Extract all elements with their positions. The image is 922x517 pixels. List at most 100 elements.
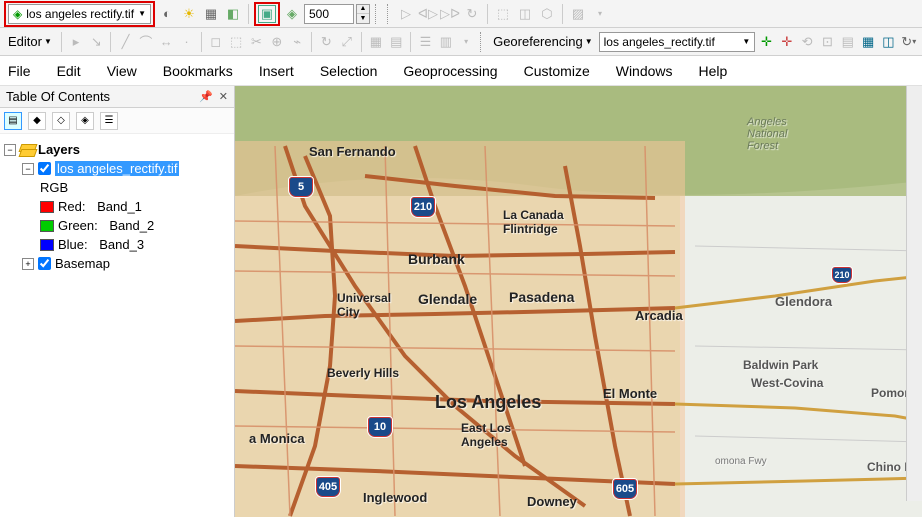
toolbar-editor-georef: Editor ▼ ▸ ↘ ╱ ⌒ ↔ · ◻ ⬚ ✂ ⊕ ⌁ ↻ ⤢ ▦ ▤ ☰… (0, 28, 922, 56)
expand-icon[interactable]: + (22, 258, 34, 270)
tree-basemap[interactable]: + Basemap (4, 254, 230, 273)
list-by-selection-icon[interactable]: ◈ (76, 112, 94, 130)
georef-label: Georeferencing (493, 34, 583, 49)
separator (248, 4, 249, 24)
highway-shield: 210 (410, 196, 436, 218)
contrast-icon[interactable]: ◐ (157, 4, 177, 24)
attr-icon[interactable]: ☰ (416, 32, 434, 52)
basemap-visibility-checkbox[interactable] (38, 257, 51, 270)
spin-down-icon[interactable]: ▼ (357, 14, 369, 23)
viewer-icon[interactable]: ◫ (879, 32, 897, 52)
zoom-link-icon[interactable]: ⊡ (818, 32, 836, 52)
tree-root-layers[interactable]: − Layers (4, 140, 230, 159)
effects-layer-dropdown[interactable]: ◈ los angeles rectify.tif ▼ (8, 4, 151, 24)
grid-b-icon[interactable]: ▤ (387, 32, 405, 52)
vertical-scrollbar[interactable] (906, 86, 922, 501)
select-link-icon[interactable]: ⟲ (798, 32, 816, 52)
menu-edit[interactable]: Edit (57, 63, 81, 79)
cut-icon[interactable]: ✂ (247, 32, 265, 52)
collapse-icon[interactable]: − (22, 163, 34, 175)
fit-to-display-button[interactable]: ▣ (258, 5, 276, 23)
map-label: El Monte (603, 386, 657, 401)
delete-link-icon[interactable]: ▤ (839, 32, 857, 52)
tool-d-icon[interactable]: ▨ (568, 4, 588, 24)
menu-bookmarks[interactable]: Bookmarks (163, 63, 233, 79)
collapse-icon[interactable]: − (4, 144, 16, 156)
toc-options-icon[interactable]: ☰ (100, 112, 118, 130)
shape-b-icon[interactable]: ⬚ (227, 32, 245, 52)
editor-menu[interactable]: Editor ▼ (4, 34, 56, 49)
menu-help[interactable]: Help (699, 63, 728, 79)
grid-a-icon[interactable]: ▦ (367, 32, 385, 52)
auto-register-icon[interactable]: ✛ (778, 32, 796, 52)
midpoint-icon[interactable]: ↔ (157, 32, 175, 52)
tree-raster-layer[interactable]: − los angeles_rectify.tif (4, 159, 230, 178)
separator (562, 4, 563, 24)
menu-selection[interactable]: Selection (320, 63, 378, 79)
menu2-icon[interactable]: ▾ (457, 32, 475, 52)
tool-a-icon[interactable]: ⬚ (493, 4, 513, 24)
edit-arrow2-icon[interactable]: ↘ (87, 32, 105, 52)
tool-b-icon[interactable]: ◫ (515, 4, 535, 24)
flag-icon[interactable]: ▷ (396, 4, 416, 24)
layer-icon[interactable]: ◧ (223, 4, 243, 24)
separator (361, 32, 362, 52)
list-by-visibility-icon[interactable]: ◇ (52, 112, 70, 130)
transparency-icon[interactable]: ▦ (201, 4, 221, 24)
close-icon[interactable]: ✕ (219, 90, 228, 103)
line-tool-icon[interactable]: ╱ (116, 32, 134, 52)
highlight-layer-dropdown: ◈ los angeles rectify.tif ▼ (4, 1, 155, 27)
toolbar-effects: ◈ los angeles rectify.tif ▼ ◐ ☀ ▦ ◧ ▣ ◈ … (0, 0, 922, 28)
point-tool-icon[interactable]: · (177, 32, 195, 52)
grip[interactable] (387, 4, 391, 24)
map-view[interactable]: San FernandoLa CanadaFlintridgeBurbankUn… (235, 86, 922, 517)
georef-menu[interactable]: Georeferencing ▼ (489, 34, 597, 49)
separator (61, 32, 62, 52)
grip[interactable] (480, 32, 484, 52)
list-by-drawing-icon[interactable]: ▤ (4, 112, 22, 130)
layer-visibility-checkbox[interactable] (38, 162, 51, 175)
scale-icon[interactable]: ⤢ (338, 32, 356, 52)
diamond-icon: ◈ (13, 7, 22, 21)
link-table-icon[interactable]: ▦ (859, 32, 877, 52)
georef-layer-dropdown[interactable]: los angeles_rectify.tif ▼ (599, 32, 756, 52)
swipe-icon[interactable]: ◈ (282, 4, 302, 24)
grip[interactable] (375, 4, 379, 24)
menu-windows[interactable]: Windows (616, 63, 673, 79)
swipe-value-input[interactable] (304, 4, 354, 24)
split-icon[interactable]: ⌁ (288, 32, 306, 52)
swipe-spinner[interactable]: ▲▼ (356, 4, 370, 24)
map-label: San Fernando (309, 144, 396, 159)
menu-view[interactable]: View (107, 63, 137, 79)
brightness-icon[interactable]: ☀ (179, 4, 199, 24)
add-control-point-icon[interactable]: ✛ (757, 32, 775, 52)
sketch-icon[interactable]: ▥ (437, 32, 455, 52)
edit-arrow-icon[interactable]: ▸ (67, 32, 85, 52)
menu-drop-icon[interactable]: ▾ (590, 4, 610, 24)
flag2-icon[interactable]: ᐊ▷ (418, 4, 438, 24)
separator (410, 32, 411, 52)
map-label: omona Fwy (715, 456, 767, 467)
separator (110, 32, 111, 52)
raster-layer-name[interactable]: los angeles_rectify.tif (55, 161, 179, 176)
animate-icon[interactable]: ↻ (462, 4, 482, 24)
basemap-label: Basemap (55, 256, 110, 271)
rotate-icon[interactable]: ↻ (317, 32, 335, 52)
map-label: Arcadia (635, 308, 683, 323)
spin-up-icon[interactable]: ▲ (357, 5, 369, 15)
shape-a-icon[interactable]: ◻ (207, 32, 225, 52)
tool-c-icon[interactable]: ⬡ (537, 4, 557, 24)
chevron-down-icon: ▼ (585, 37, 593, 46)
blue-swatch (40, 239, 54, 251)
menu-customize[interactable]: Customize (524, 63, 590, 79)
flag3-icon[interactable]: ▷ᐅ (440, 4, 460, 24)
arc-tool-icon[interactable]: ⌒ (137, 32, 155, 52)
green-label: Green: (58, 218, 98, 233)
georef-options-icon[interactable]: ↻▾ (900, 32, 918, 52)
snap-icon[interactable]: ⊕ (268, 32, 286, 52)
menu-insert[interactable]: Insert (259, 63, 294, 79)
menu-geoprocessing[interactable]: Geoprocessing (403, 63, 497, 79)
menu-file[interactable]: File (8, 63, 31, 79)
pin-icon[interactable]: 📌 (199, 90, 213, 103)
list-by-source-icon[interactable]: ◆ (28, 112, 46, 130)
